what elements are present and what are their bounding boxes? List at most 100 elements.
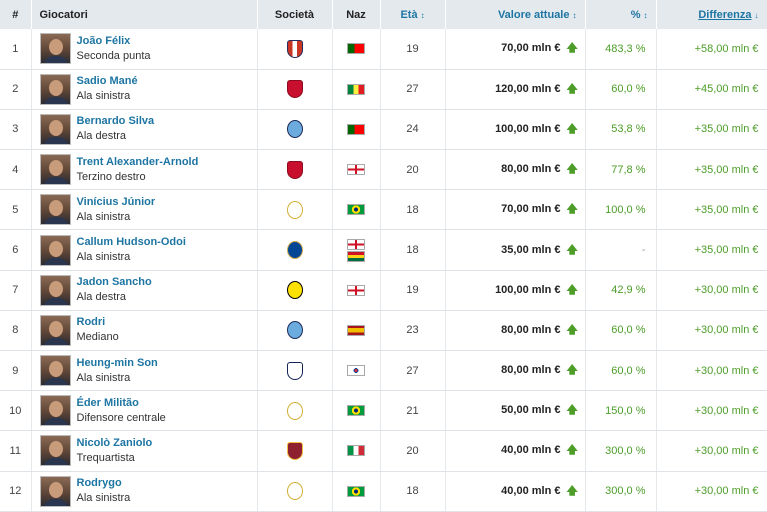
- player-name-link[interactable]: Rodri: [77, 315, 119, 330]
- manchester-city-crest[interactable]: [286, 120, 303, 139]
- tottenham-crest[interactable]: [286, 361, 303, 380]
- market-value[interactable]: 80,00 mln €: [501, 163, 560, 175]
- player-position: Ala sinistra: [76, 90, 131, 103]
- player-name-link[interactable]: Trent Alexander-Arnold: [77, 155, 199, 170]
- market-value[interactable]: 40,00 mln €: [501, 485, 560, 497]
- difference-cell: +58,00 mln €: [656, 29, 767, 70]
- header-age-label[interactable]: Età: [400, 9, 417, 21]
- player-photo[interactable]: [39, 274, 71, 306]
- club-cell: [257, 229, 333, 271]
- market-value[interactable]: 40,00 mln €: [501, 444, 560, 456]
- header-difference[interactable]: Differenza ↓: [656, 0, 767, 29]
- percent-change-cell: 53,8 %: [585, 109, 657, 151]
- player-name-link[interactable]: Bernardo Silva: [77, 114, 155, 129]
- club-cell: [257, 69, 333, 110]
- header-value-label[interactable]: Valore attuale: [498, 9, 570, 21]
- nationality-cell: [332, 149, 381, 191]
- age-cell: 18: [380, 471, 446, 512]
- player-photo[interactable]: [39, 475, 71, 507]
- arrow-up-icon: 🡅: [566, 243, 578, 256]
- difference-cell: +30,00 mln €: [656, 471, 767, 512]
- sort-desc-icon[interactable]: ↓: [755, 11, 759, 20]
- player-name-link[interactable]: Vinícius Júnior: [77, 195, 156, 210]
- liverpool-crest[interactable]: [286, 80, 303, 99]
- difference-cell: +45,00 mln €: [656, 69, 767, 110]
- player-name-link[interactable]: João Félix: [77, 34, 151, 49]
- nationality-cell: [332, 189, 381, 231]
- sort-icon[interactable]: ↕: [644, 11, 648, 20]
- market-value[interactable]: 120,00 mln €: [495, 83, 560, 95]
- market-value[interactable]: 50,00 mln €: [501, 404, 560, 416]
- rank-cell: 8: [0, 310, 32, 352]
- borussia-dortmund-crest[interactable]: [286, 281, 303, 300]
- player-photo[interactable]: [39, 395, 71, 427]
- rank-cell: 6: [0, 229, 32, 271]
- arrow-up-icon: 🡅: [566, 444, 578, 457]
- player-photo[interactable]: [39, 435, 71, 467]
- real-madrid-crest[interactable]: [286, 401, 303, 420]
- player-name-link[interactable]: Éder Militão: [77, 396, 166, 411]
- rank-cell: 1: [0, 29, 32, 70]
- player-photo[interactable]: [39, 73, 71, 105]
- player-cell: Éder Militão Difensore centrale: [31, 390, 258, 432]
- market-value[interactable]: 100,00 mln €: [495, 123, 560, 135]
- liverpool-crest[interactable]: [286, 160, 303, 179]
- market-value[interactable]: 80,00 mln €: [501, 324, 560, 336]
- player-name-link[interactable]: Nicolò Zaniolo: [77, 436, 153, 451]
- age-cell: 19: [380, 270, 446, 311]
- as-roma-crest[interactable]: [286, 441, 303, 460]
- atletico-madrid-crest[interactable]: [286, 39, 303, 58]
- player-photo[interactable]: [39, 355, 71, 387]
- table-row: 1 João Félix Seconda punta 19 70,00 mln …: [0, 29, 767, 70]
- player-photo[interactable]: [39, 154, 71, 186]
- player-name-link[interactable]: Callum Hudson-Odoi: [77, 235, 186, 250]
- market-value[interactable]: 70,00 mln €: [501, 203, 560, 215]
- arrow-up-icon: 🡅: [566, 163, 578, 176]
- age-cell: 18: [380, 189, 446, 231]
- player-name-link[interactable]: Heung-min Son: [77, 356, 158, 371]
- player-name-link[interactable]: Jadon Sancho: [77, 275, 152, 290]
- player-cell: Rodrygo Ala sinistra: [31, 471, 258, 512]
- brazil-flag: [347, 485, 365, 497]
- nationality-cell: [332, 270, 381, 311]
- header-age[interactable]: Età ↕: [380, 0, 446, 29]
- market-value[interactable]: 100,00 mln €: [495, 284, 560, 296]
- player-photo[interactable]: [39, 33, 71, 65]
- player-photo[interactable]: [39, 314, 71, 346]
- sort-icon[interactable]: ↕: [573, 11, 577, 20]
- arrow-up-icon: 🡅: [566, 203, 578, 216]
- player-photo[interactable]: [39, 194, 71, 226]
- header-value[interactable]: Valore attuale ↕: [445, 0, 586, 29]
- england-flag: [347, 164, 365, 176]
- header-rank: #: [0, 0, 32, 29]
- percent-change-cell: 300,0 %: [585, 471, 657, 512]
- market-value[interactable]: 80,00 mln €: [501, 364, 560, 376]
- rank-cell: 9: [0, 350, 32, 392]
- header-percent[interactable]: % ↕: [585, 0, 657, 29]
- table-row: 6 Callum Hudson-Odoi Ala sinistra 18 35,…: [0, 229, 767, 271]
- nationality-cell: [332, 109, 381, 151]
- table-row: 11 Nicolò Zaniolo Trequartista 20 40,00 …: [0, 430, 767, 472]
- club-cell: [257, 109, 333, 151]
- difference-cell: +30,00 mln €: [656, 310, 767, 352]
- market-value[interactable]: 35,00 mln €: [501, 244, 560, 256]
- manchester-city-crest[interactable]: [286, 321, 303, 340]
- south-korea-flag: [347, 365, 365, 377]
- club-cell: [257, 430, 333, 472]
- player-position: Ala sinistra: [76, 210, 131, 223]
- percent-change-cell: 150,0 %: [585, 390, 657, 432]
- sort-icon[interactable]: ↕: [421, 11, 425, 20]
- club-cell: [257, 310, 333, 352]
- player-name-link[interactable]: Rodrygo: [77, 476, 131, 491]
- header-percent-label[interactable]: %: [631, 9, 641, 21]
- real-madrid-crest[interactable]: [286, 200, 303, 219]
- player-photo[interactable]: [39, 113, 71, 145]
- market-value-cell: 40,00 mln € 🡅: [445, 471, 586, 512]
- player-photo[interactable]: [39, 234, 71, 266]
- real-madrid-crest[interactable]: [286, 482, 303, 501]
- arrow-up-icon: 🡅: [566, 364, 578, 377]
- header-difference-label[interactable]: Differenza: [698, 9, 751, 21]
- market-value[interactable]: 70,00 mln €: [501, 42, 560, 54]
- player-name-link[interactable]: Sadio Mané: [77, 74, 138, 89]
- chelsea-crest[interactable]: [286, 241, 303, 260]
